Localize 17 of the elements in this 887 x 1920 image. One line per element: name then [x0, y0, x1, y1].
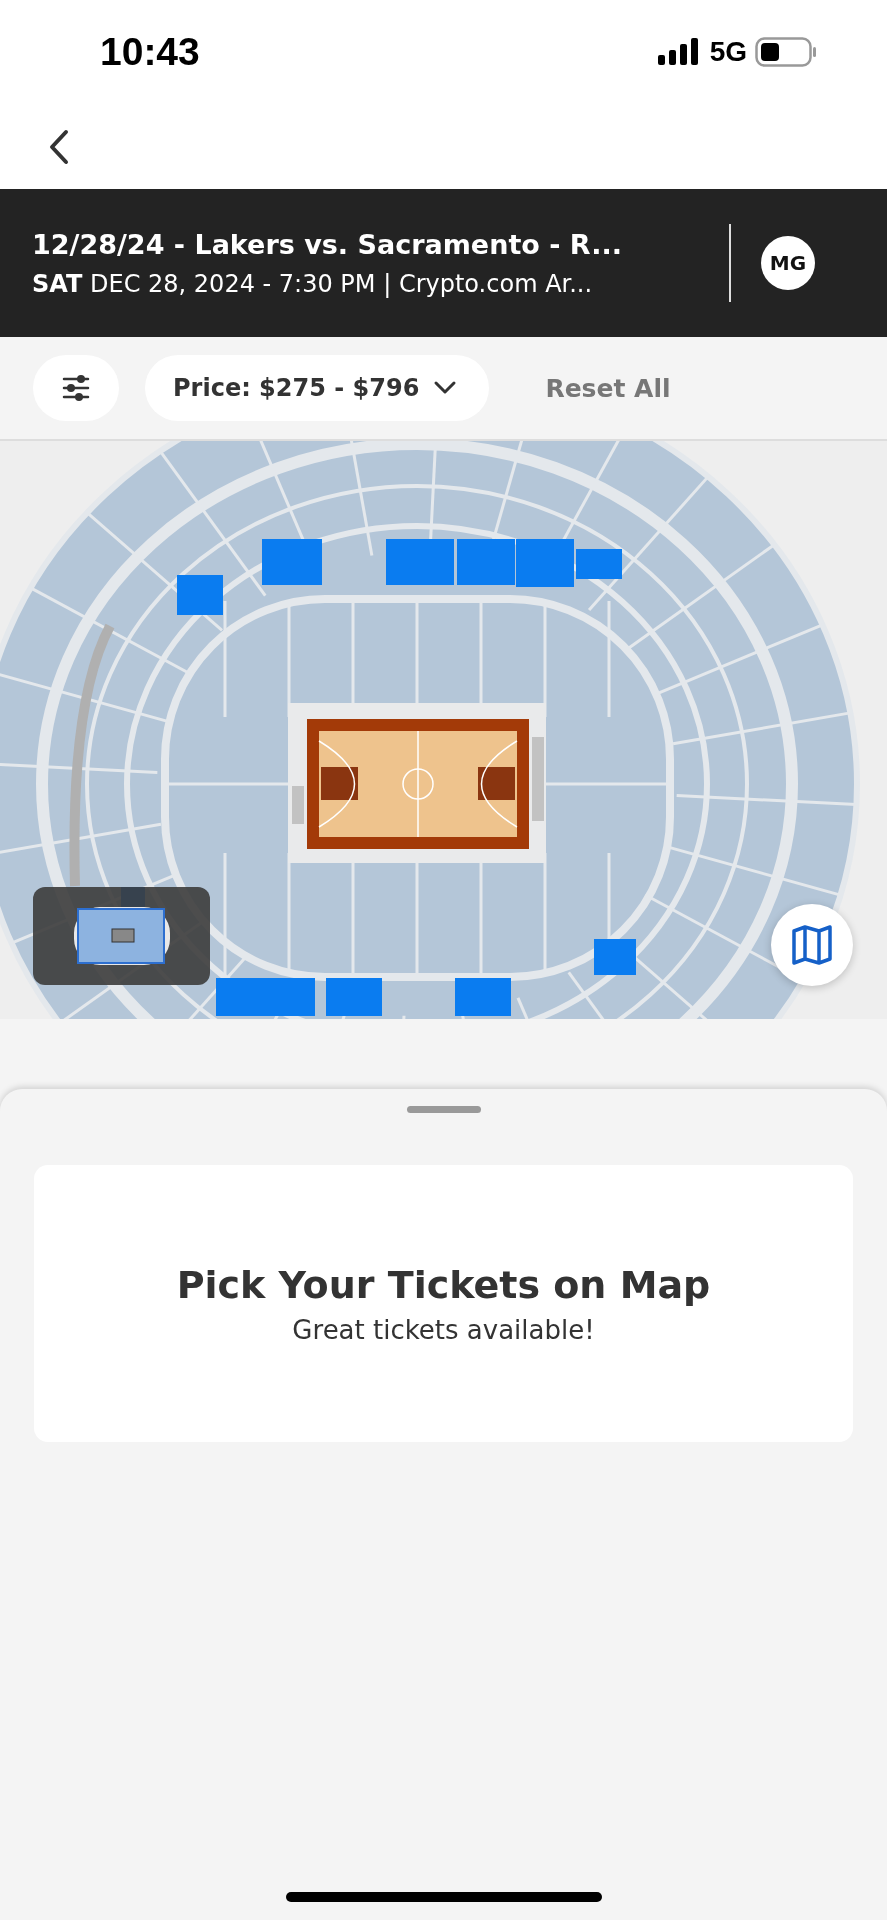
chevron-left-icon: [48, 128, 70, 165]
minimap-thumbnail[interactable]: [33, 887, 210, 985]
chevron-down-icon: [433, 380, 458, 396]
card-heading: Pick Your Tickets on Map: [176, 1262, 711, 1307]
battery-icon: [755, 37, 817, 67]
sliders-icon: [61, 374, 91, 402]
status-time: 10:43: [100, 30, 200, 74]
network-label: 5G: [709, 36, 747, 68]
avatar-button[interactable]: MG: [761, 236, 815, 290]
event-title: 12/28/24 - Lakers vs. Sacramento - R...: [32, 228, 623, 260]
reset-all-link[interactable]: Reset All: [515, 373, 701, 403]
price-dropdown[interactable]: Price: $275 - $796: [145, 355, 490, 421]
card-subheading: Great tickets available!: [292, 1314, 595, 1345]
sheet-handle[interactable]: [406, 1106, 481, 1113]
event-day: SAT: [32, 269, 83, 298]
event-details: DEC 28, 2024 - 7:30 PM | Crypto.com Ar...: [90, 269, 593, 298]
map-icon: [791, 925, 833, 965]
